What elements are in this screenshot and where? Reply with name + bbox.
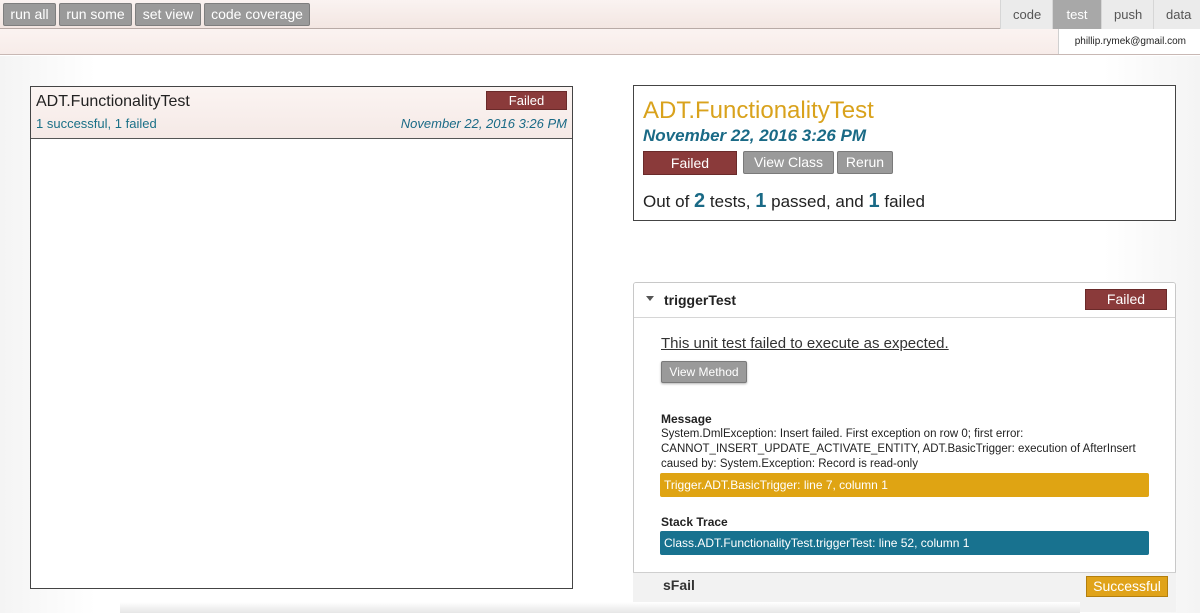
- test-case-panel: triggerTest Failed This unit test failed…: [633, 282, 1176, 587]
- bottom-shadow: [120, 602, 1080, 613]
- view-method-button[interactable]: View Method: [661, 361, 747, 383]
- run-all-button[interactable]: run all: [3, 3, 56, 26]
- test-class-name: ADT.FunctionalityTest: [36, 93, 190, 110]
- tab-test[interactable]: test: [1052, 0, 1101, 29]
- passed-count: 1: [755, 190, 767, 212]
- tab-data[interactable]: data: [1153, 0, 1200, 29]
- failure-message-link[interactable]: This unit test failed to execute as expe…: [661, 335, 949, 352]
- test-case-status-badge: Failed: [1085, 289, 1167, 310]
- test-run-item[interactable]: ADT.FunctionalityTest Failed 1 successfu…: [31, 87, 572, 139]
- code-coverage-button[interactable]: code coverage: [204, 3, 310, 26]
- trigger-location-link[interactable]: Trigger.ADT.BasicTrigger: line 7, column…: [660, 473, 1149, 497]
- run-some-button[interactable]: run some: [59, 3, 132, 26]
- detail-date: November 22, 2016 3:26 PM: [643, 126, 867, 145]
- summary-failed-word: failed: [884, 192, 925, 211]
- test-case-name: triggerTest: [664, 292, 737, 308]
- detail-title: ADT.FunctionalityTest: [643, 97, 874, 124]
- test-detail-card: ADT.FunctionalityTest November 22, 2016 …: [633, 85, 1176, 221]
- summary-prefix: Out of: [643, 192, 690, 211]
- run-date: November 22, 2016 3:26 PM: [400, 116, 567, 131]
- status-badge: Failed: [486, 91, 567, 110]
- top-toolbar: run all run some set view code coverage …: [0, 0, 1200, 29]
- set-view-button[interactable]: set view: [135, 3, 201, 26]
- test-case-header[interactable]: triggerTest Failed: [634, 283, 1175, 318]
- result-summary: 1 successful, 1 failed: [36, 116, 157, 131]
- status-failed-button[interactable]: Failed: [643, 151, 737, 175]
- summary-passed-word: passed, and: [771, 192, 864, 211]
- caret-down-icon[interactable]: [646, 296, 654, 301]
- rerun-button[interactable]: Rerun: [837, 151, 893, 174]
- user-email[interactable]: phillip.rymek@gmail.com: [1057, 29, 1200, 54]
- next-test-case-name: sFail: [663, 577, 695, 593]
- test-run-list: ADT.FunctionalityTest Failed 1 successfu…: [30, 86, 573, 589]
- main-tabs: code test push data: [1000, 0, 1200, 29]
- failed-count: 1: [868, 190, 880, 212]
- total-count: 2: [694, 190, 706, 212]
- error-message: System.DmlException: Insert failed. Firs…: [661, 428, 1136, 470]
- tests-summary: Out of 2 tests, 1 passed, and 1 failed: [643, 190, 925, 213]
- view-class-button[interactable]: View Class: [743, 151, 834, 174]
- user-bar: phillip.rymek@gmail.com: [0, 29, 1200, 55]
- summary-tests-word: tests,: [709, 192, 751, 211]
- next-test-case-status-badge: Successful: [1086, 576, 1168, 597]
- stack-trace-link[interactable]: Class.ADT.FunctionalityTest.triggerTest:…: [660, 531, 1149, 555]
- message-label: Message: [661, 412, 712, 426]
- stack-trace-label: Stack Trace: [661, 515, 728, 529]
- tab-code[interactable]: code: [1000, 0, 1052, 29]
- tab-push[interactable]: push: [1101, 0, 1153, 29]
